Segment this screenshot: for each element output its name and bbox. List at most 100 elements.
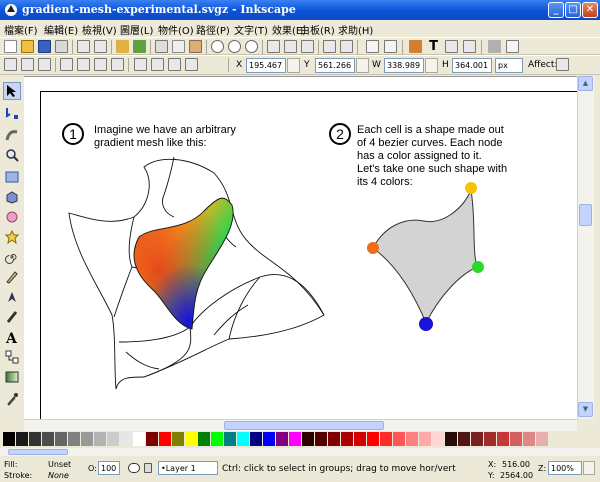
rotate-ccw-icon[interactable]	[60, 58, 73, 71]
undo-icon[interactable]	[116, 40, 129, 53]
palette-swatch[interactable]	[146, 432, 159, 446]
select-all-icon[interactable]	[4, 58, 17, 71]
y-spin-icon[interactable]	[356, 58, 369, 73]
palette-swatch[interactable]	[276, 432, 289, 446]
minimize-button[interactable]: _	[548, 2, 564, 18]
scroll-down-icon[interactable]: ▼	[578, 402, 593, 417]
palette-swatch[interactable]	[107, 432, 120, 446]
fill-stroke-icon[interactable]	[366, 40, 379, 53]
cut-icon[interactable]	[172, 40, 185, 53]
palette-swatch[interactable]	[211, 432, 224, 446]
palette-swatch[interactable]	[133, 432, 146, 446]
palette-swatch[interactable]	[419, 432, 432, 446]
palette-swatch[interactable]	[315, 432, 328, 446]
calligraphy-tool-icon[interactable]	[3, 308, 21, 326]
import-icon[interactable]	[77, 40, 90, 53]
palette-swatch[interactable]	[471, 432, 484, 446]
new-document-icon[interactable]	[4, 40, 17, 53]
opacity-input[interactable]: 100	[98, 461, 120, 475]
save-icon[interactable]	[38, 40, 51, 53]
palette-swatch[interactable]	[289, 432, 302, 446]
x-spin-icon[interactable]	[287, 58, 300, 73]
rectangle-tool-icon[interactable]	[3, 168, 21, 186]
menu-path[interactable]: 路徑(P)	[196, 22, 230, 37]
text-font-icon[interactable]: T	[427, 40, 440, 53]
unlink-clone-icon[interactable]	[301, 40, 314, 53]
palette-swatch[interactable]	[445, 432, 458, 446]
node-tool-icon[interactable]	[3, 104, 21, 122]
palette-swatch[interactable]	[185, 432, 198, 446]
lower-icon[interactable]	[168, 58, 181, 71]
zoom-tool-icon[interactable]	[3, 146, 21, 164]
redo-icon[interactable]	[133, 40, 146, 53]
x-input[interactable]: 195.467	[246, 58, 286, 73]
menu-whiteboard[interactable]: 白板(R)	[300, 22, 335, 37]
lock-layer-icon[interactable]	[144, 463, 152, 473]
menu-layer[interactable]: 圖層(L)	[120, 22, 153, 37]
horizontal-scroll-thumb[interactable]	[224, 421, 384, 430]
3d-box-tool-icon[interactable]	[3, 188, 21, 206]
palette-swatch[interactable]	[16, 432, 29, 446]
ellipse-tool-icon[interactable]	[3, 208, 21, 226]
palette-swatch[interactable]	[42, 432, 55, 446]
zoom-drawing-icon[interactable]	[228, 40, 241, 53]
zoom-input[interactable]: 100%	[548, 461, 582, 475]
copy-icon[interactable]	[155, 40, 168, 53]
palette-swatch[interactable]	[523, 432, 536, 446]
vertical-scroll-thumb[interactable]	[579, 204, 592, 226]
preferences-icon[interactable]	[488, 40, 501, 53]
palette-swatch[interactable]	[341, 432, 354, 446]
palette-swatch[interactable]	[172, 432, 185, 446]
group-icon[interactable]	[323, 40, 336, 53]
stroke-value[interactable]: None	[48, 471, 69, 480]
palette-swatch[interactable]	[237, 432, 250, 446]
export-icon[interactable]	[94, 40, 107, 53]
duplicate-icon[interactable]	[267, 40, 280, 53]
menu-edit[interactable]: 編輯(E)	[44, 22, 78, 37]
palette-swatch[interactable]	[94, 432, 107, 446]
zoom-spin-icon[interactable]	[583, 461, 595, 475]
palette-swatch[interactable]	[68, 432, 81, 446]
palette-swatch[interactable]	[510, 432, 523, 446]
menu-help[interactable]: 求助(H)	[338, 22, 373, 37]
horizontal-scrollbar[interactable]	[24, 419, 577, 431]
eye-icon[interactable]	[128, 463, 140, 473]
star-tool-icon[interactable]	[3, 228, 21, 246]
layer-select[interactable]: •Layer 1	[158, 461, 218, 475]
connector-tool-icon[interactable]	[3, 348, 21, 366]
flip-horizontal-icon[interactable]	[94, 58, 107, 71]
lock-icon[interactable]	[425, 58, 438, 73]
palette-swatch[interactable]	[380, 432, 393, 446]
deselect-icon[interactable]	[38, 58, 51, 71]
palette-swatch[interactable]	[224, 432, 237, 446]
menu-text[interactable]: 文字(T)	[234, 22, 268, 37]
zoom-selection-icon[interactable]	[211, 40, 224, 53]
select-all-layers-icon[interactable]	[21, 58, 34, 71]
palette-swatch[interactable]	[263, 432, 276, 446]
gradient-tool-icon[interactable]	[3, 368, 21, 386]
palette-swatch[interactable]	[458, 432, 471, 446]
pencil-tool-icon[interactable]	[3, 268, 21, 286]
raise-to-top-icon[interactable]	[134, 58, 147, 71]
palette-swatch[interactable]	[250, 432, 263, 446]
print-icon[interactable]	[55, 40, 68, 53]
xml-editor-icon[interactable]	[445, 40, 458, 53]
palette-swatch[interactable]	[536, 432, 549, 446]
selector-tool-icon[interactable]	[3, 82, 21, 100]
h-input[interactable]: 364.001	[452, 58, 492, 73]
rotate-cw-icon[interactable]	[77, 58, 90, 71]
palette-swatch[interactable]	[198, 432, 211, 446]
palette-swatch[interactable]	[120, 432, 133, 446]
paste-icon[interactable]	[189, 40, 202, 53]
text-tool-icon[interactable]: A	[3, 328, 21, 346]
palette-swatch[interactable]	[432, 432, 445, 446]
y-input[interactable]: 561.266	[315, 58, 355, 73]
unit-select[interactable]: px	[495, 58, 523, 73]
menu-file[interactable]: 檔案(F)	[4, 22, 38, 37]
palette-swatch[interactable]	[55, 432, 68, 446]
palette-swatch[interactable]	[393, 432, 406, 446]
document-properties-icon[interactable]	[506, 40, 519, 53]
palette-swatch[interactable]	[484, 432, 497, 446]
lower-to-bottom-icon[interactable]	[185, 58, 198, 71]
palette-scroll-thumb[interactable]	[8, 449, 68, 455]
